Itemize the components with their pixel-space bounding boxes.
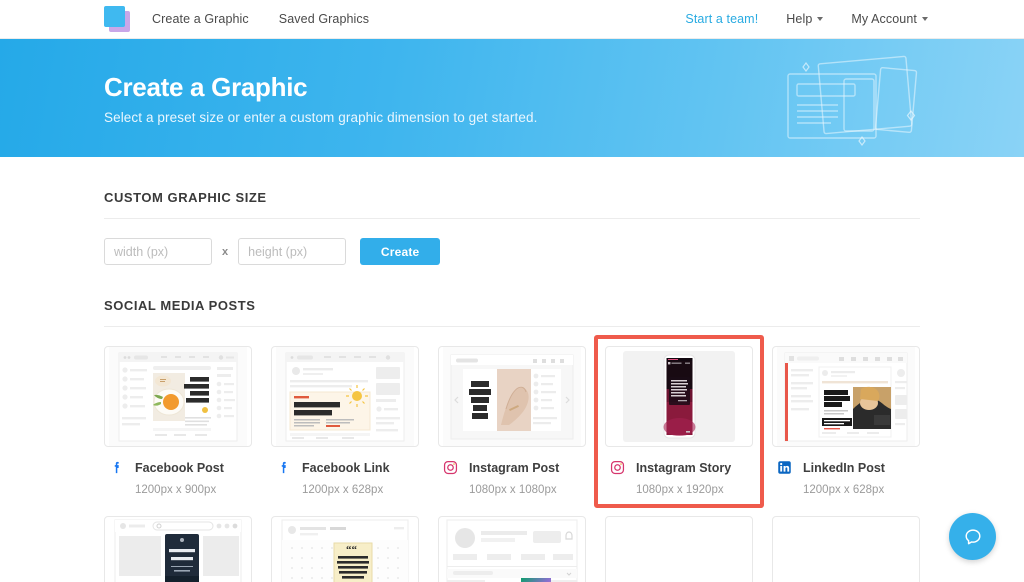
- card-text: Instagram Story 1080px x 1920px: [636, 457, 731, 500]
- start-a-team-link[interactable]: Start a team!: [685, 12, 758, 26]
- card-title: Facebook Link: [302, 461, 390, 475]
- social-media-heading: SOCIAL MEDIA POSTS: [104, 298, 256, 313]
- thumbnail-quote-note-card[interactable]: ““: [271, 515, 419, 582]
- thumbnail-calling-editors-linkedin-post[interactable]: [772, 346, 920, 447]
- card-text: Facebook Post 1200px x 900px: [135, 457, 224, 500]
- hero-banner: Create a Graphic Select a preset size or…: [0, 39, 1024, 157]
- social-card-grid: Facebook Post 1200px x 900px Facebook Li…: [104, 335, 920, 508]
- instagram-icon: [608, 458, 626, 476]
- card-dimensions: 1080px x 1920px: [636, 484, 724, 497]
- logo-front-square: [104, 6, 125, 27]
- custom-size-heading: CUSTOM GRAPHIC SIZE: [104, 190, 267, 205]
- my-account-label: My Account: [851, 12, 917, 26]
- card-row2-quote[interactable]: ““: [271, 515, 419, 582]
- stencil-logo[interactable]: [104, 6, 130, 32]
- chat-bubble-icon: [964, 528, 981, 544]
- linkedin-icon: [775, 458, 793, 476]
- card-meta: LinkedIn Post 1200px x 628px: [772, 457, 920, 500]
- help-chat-button[interactable]: [949, 513, 996, 560]
- card-meta: Facebook Link 1200px x 628px: [271, 457, 419, 500]
- card-row2-gradient[interactable]: [438, 515, 586, 582]
- card-text: Instagram Post 1080px x 1080px: [469, 457, 559, 500]
- nav-right-links: Start a team! Help My Account: [685, 12, 928, 26]
- thumbnail-takeout-discount-story[interactable]: [104, 515, 252, 582]
- card-dimensions: 1080px x 1080px: [469, 484, 557, 497]
- thumbnail-blank-card-d[interactable]: [605, 515, 753, 582]
- help-label: Help: [786, 12, 813, 26]
- divider: [104, 326, 920, 327]
- chevron-down-icon: [922, 17, 928, 21]
- card-facebook-link[interactable]: Facebook Link 1200px x 628px: [271, 346, 419, 500]
- thumbnail-storytelling-instagram-story[interactable]: [605, 346, 753, 447]
- thumbnail-blank-card-e[interactable]: [772, 515, 920, 582]
- card-text: LinkedIn Post 1200px x 628px: [803, 457, 885, 500]
- top-navigation-bar: Create a Graphic Saved Graphics Start a …: [0, 0, 1024, 39]
- card-text: Facebook Link 1200px x 628px: [302, 457, 390, 500]
- nav-left-links: Create a Graphic Saved Graphics: [152, 12, 369, 26]
- divider: [104, 218, 920, 219]
- width-input[interactable]: [104, 238, 212, 265]
- thumbnail-vitamin-d-facebook-link[interactable]: [271, 346, 419, 447]
- card-meta: Instagram Post 1080px x 1080px: [438, 457, 586, 500]
- card-title: Instagram Story: [636, 461, 732, 475]
- page-subtitle: Select a preset size or enter a custom g…: [104, 109, 538, 125]
- card-row2-takeout[interactable]: [104, 515, 252, 582]
- svg-text:““: ““: [346, 544, 358, 556]
- my-account-menu[interactable]: My Account: [851, 12, 928, 26]
- custom-size-row: x Create: [104, 238, 920, 265]
- card-instagram-story[interactable]: Instagram Story 1080px x 1920px: [594, 335, 764, 508]
- help-menu[interactable]: Help: [786, 12, 824, 26]
- nav-create-a-graphic[interactable]: Create a Graphic: [152, 12, 249, 26]
- card-title: Instagram Post: [469, 461, 560, 475]
- create-button[interactable]: Create: [360, 238, 441, 265]
- facebook-icon: [274, 458, 292, 476]
- dimension-separator: x: [222, 245, 229, 258]
- card-row2-blank-e[interactable]: [772, 515, 920, 582]
- card-linkedin-post[interactable]: LinkedIn Post 1200px x 628px: [772, 346, 920, 500]
- thumbnail-great-juice-facebook-post[interactable]: [104, 346, 252, 447]
- social-card-grid-row-2: ““: [104, 515, 920, 582]
- card-facebook-post[interactable]: Facebook Post 1200px x 900px: [104, 346, 252, 500]
- card-meta: Instagram Story 1080px x 1920px: [605, 457, 753, 500]
- main-content: CUSTOM GRAPHIC SIZE x Create SOCIAL MEDI…: [0, 157, 1024, 582]
- card-meta: Facebook Post 1200px x 900px: [104, 457, 252, 500]
- instagram-icon: [441, 458, 459, 476]
- page-title: Create a Graphic: [104, 71, 308, 102]
- card-row2-blank-d[interactable]: [605, 515, 753, 582]
- facebook-icon: [107, 458, 125, 476]
- card-dimensions: 1200px x 900px: [135, 484, 217, 497]
- thumbnail-gradient-article-card[interactable]: [438, 515, 586, 582]
- chevron-down-icon: [817, 17, 824, 21]
- card-dimensions: 1200px x 628px: [803, 484, 885, 497]
- nav-saved-graphics[interactable]: Saved Graphics: [279, 12, 369, 26]
- card-instagram-post[interactable]: Instagram Post 1080px x 1080px: [438, 346, 586, 500]
- thumbnail-buy-one-get-one-instagram-post[interactable]: [438, 346, 586, 447]
- height-input[interactable]: [238, 238, 347, 265]
- card-dimensions: 1200px x 628px: [302, 484, 384, 497]
- card-title: LinkedIn Post: [803, 461, 885, 475]
- card-title: Facebook Post: [135, 461, 224, 475]
